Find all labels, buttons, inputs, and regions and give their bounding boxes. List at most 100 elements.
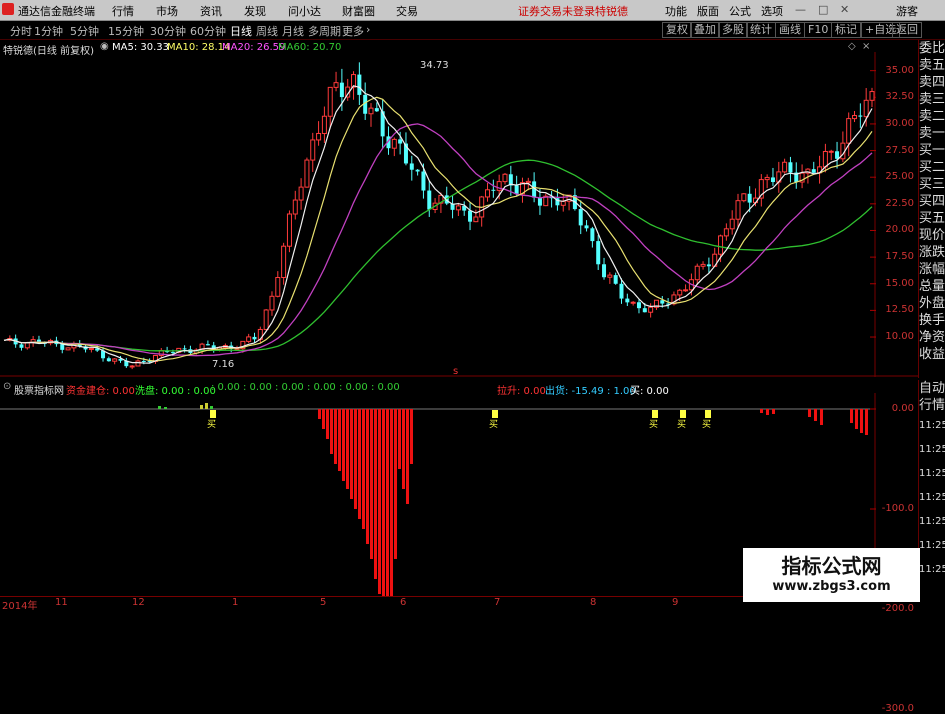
candle-body xyxy=(642,308,647,313)
menu-caifuquan[interactable]: 财富圈 xyxy=(342,3,375,19)
indicator-bar xyxy=(382,409,385,596)
period-5min[interactable]: 5分钟 xyxy=(70,23,99,39)
chart-close-icon[interactable]: × xyxy=(862,41,870,52)
huaxian-button[interactable]: 画线 xyxy=(775,22,805,38)
watermark: 指标公式网 www.zbgs3.com xyxy=(743,548,920,602)
candle-body xyxy=(846,118,852,144)
indicator-bar xyxy=(350,409,353,499)
candle-body xyxy=(835,151,840,159)
side-time-0: 11:25 xyxy=(919,420,945,431)
menu-gongshi[interactable]: 公式 xyxy=(729,3,751,19)
app-title: 通达信金融终端 xyxy=(18,5,95,18)
candle-body xyxy=(357,74,362,95)
more-chevron-icon[interactable]: › xyxy=(366,23,370,36)
ma5-line xyxy=(3,85,873,364)
side-time-4: 11:25 xyxy=(919,516,945,527)
candle-body xyxy=(852,115,858,120)
indicator-bar xyxy=(370,409,373,559)
buy-mark-label: 买 xyxy=(489,419,498,430)
menu-faxian[interactable]: 发现 xyxy=(244,3,266,19)
x-tick-11: 11 xyxy=(55,597,68,608)
period-60min[interactable]: 60分钟 xyxy=(190,23,226,39)
candle-body xyxy=(735,200,741,220)
menu-gongneng[interactable]: 功能 xyxy=(665,3,687,19)
duogu-button[interactable]: 多股 xyxy=(718,22,748,38)
candle-body xyxy=(304,159,310,188)
diejia-button[interactable]: 叠加 xyxy=(690,22,720,38)
menu-hangqing[interactable]: 行情 xyxy=(112,3,134,19)
tongji-button[interactable]: 统计 xyxy=(746,22,776,38)
side-auto[interactable]: 自动 xyxy=(919,380,945,397)
menu-shichang[interactable]: 市场 xyxy=(156,3,178,19)
menu-jiaoyi[interactable]: 交易 xyxy=(396,3,418,19)
period-month[interactable]: 月线 xyxy=(282,23,304,39)
menu-banmian[interactable]: 版面 xyxy=(697,3,719,19)
period-more[interactable]: 更多 xyxy=(342,23,364,39)
candle-body xyxy=(514,185,519,194)
period-multi[interactable]: 多周期 xyxy=(308,23,341,39)
indicator-bar xyxy=(330,409,333,454)
candle-body xyxy=(822,151,828,168)
menu-zixun[interactable]: 资讯 xyxy=(200,3,222,19)
price-y-tick: 35.00 xyxy=(885,64,914,76)
x-tick-9: 9 xyxy=(672,597,679,608)
menu-xuanxiang[interactable]: 选项 xyxy=(761,3,783,19)
f10-button[interactable]: F10 xyxy=(804,22,833,38)
candle-body xyxy=(205,344,210,346)
indicator-bar xyxy=(820,409,823,425)
candle-body xyxy=(630,301,636,304)
close-icon[interactable]: ✕ xyxy=(840,3,849,16)
indicator-bar xyxy=(860,409,863,433)
price-y-tick: 12.50 xyxy=(885,304,914,316)
chart-settings-icon[interactable]: ◉ xyxy=(100,41,109,52)
ma60-line xyxy=(3,159,873,352)
minimize-icon[interactable]: — xyxy=(795,3,806,16)
price-y-tick: 15.00 xyxy=(885,277,914,289)
price-y-tick: 30.00 xyxy=(885,117,914,129)
period-1min[interactable]: 1分钟 xyxy=(34,23,63,39)
candle-body xyxy=(374,108,379,112)
candle-body xyxy=(741,193,747,202)
candle-body xyxy=(613,275,618,284)
candle-body xyxy=(246,336,252,342)
candle-body xyxy=(286,213,292,247)
side-field-2: 卖四 xyxy=(919,75,945,90)
fanhui-button[interactable]: 返回 xyxy=(892,22,922,38)
menu-wenxiaoda[interactable]: 问小达 xyxy=(288,3,321,19)
price-chart[interactable]: 34.73 7.16 s xyxy=(0,52,918,377)
indicator-bar xyxy=(338,409,341,471)
biaoji-button[interactable]: 标记 xyxy=(831,22,861,38)
indicator-bar xyxy=(362,409,365,529)
side-hangqing[interactable]: 行情 xyxy=(919,397,945,414)
candle-body xyxy=(677,289,683,296)
candle-body xyxy=(415,169,420,172)
indicator-bar xyxy=(342,409,345,481)
candle-body xyxy=(60,344,65,350)
login-status[interactable]: 证券交易未登录 xyxy=(518,3,595,19)
candle-body xyxy=(333,82,339,88)
period-day[interactable]: 日线 xyxy=(230,23,252,39)
side-field-16: 换手 xyxy=(919,313,945,328)
restore-icon[interactable]: □ xyxy=(818,3,828,16)
pin-icon[interactable]: ◇ xyxy=(848,41,856,52)
period-30min[interactable]: 30分钟 xyxy=(150,23,186,39)
buy-mark-label: 买 xyxy=(207,419,216,430)
indicator-bar xyxy=(200,405,203,409)
candle-body xyxy=(636,302,641,309)
period-week[interactable]: 周线 xyxy=(256,23,278,39)
indicator-bar xyxy=(354,409,357,509)
period-fenshi[interactable]: 分时 xyxy=(10,23,32,39)
indicator-bar xyxy=(402,409,405,489)
candle-body xyxy=(788,162,793,173)
side-field-15: 外盘 xyxy=(919,296,945,311)
fuquan-button[interactable]: 复权 xyxy=(662,22,692,38)
indicator-icon[interactable]: ⊙ xyxy=(3,381,11,392)
period-15min[interactable]: 15分钟 xyxy=(108,23,144,39)
candle-body xyxy=(468,210,473,222)
guest-label[interactable]: 游客 xyxy=(896,3,918,19)
indicator-bar xyxy=(865,409,868,435)
side-field-13: 涨幅 xyxy=(919,262,945,277)
price-y-tick: 25.00 xyxy=(885,171,914,183)
price-y-tick: 10.00 xyxy=(885,331,914,343)
watermark-title: 指标公式网 xyxy=(781,554,882,578)
